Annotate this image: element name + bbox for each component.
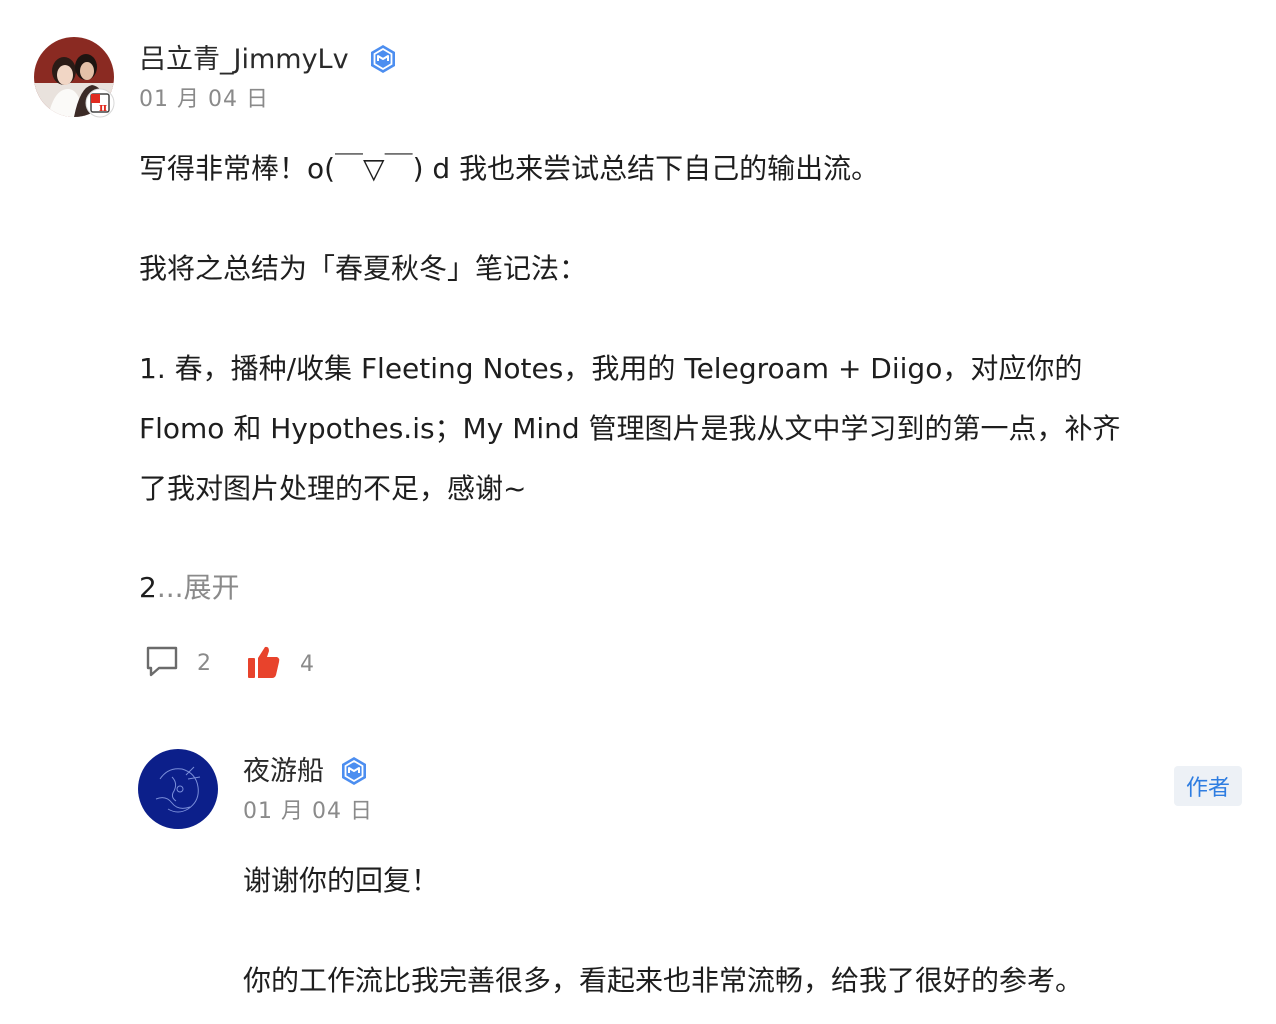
svg-text:π: π bbox=[99, 101, 107, 114]
truncated-prefix: 2 bbox=[139, 571, 157, 604]
reply-date: 01 月 04 日 bbox=[243, 799, 373, 824]
username[interactable]: 吕立青_JimmyLv bbox=[139, 46, 349, 73]
reply-username[interactable]: 夜游船 bbox=[243, 758, 324, 785]
thumbs-up-icon bbox=[246, 644, 282, 684]
user-avatar[interactable]: π bbox=[34, 37, 115, 118]
verified-badge-icon bbox=[339, 756, 369, 786]
reply-button[interactable]: 2 bbox=[145, 644, 211, 682]
comment-paragraph: 1. 春，播种/收集 Fleeting Notes，我用的 Telegroam … bbox=[139, 352, 1083, 385]
reply-paragraph: 你的工作流比我完善很多，看起来也非常流畅，给我了很好的参考。 bbox=[243, 964, 1084, 997]
reply-count: 2 bbox=[197, 650, 211, 676]
reply-paragraph: 谢谢你的回复！ bbox=[243, 864, 440, 897]
reply-avatar[interactable] bbox=[138, 749, 218, 829]
comment-date: 01 月 04 日 bbox=[139, 87, 269, 112]
like-button[interactable]: 4 bbox=[246, 644, 314, 684]
comment-paragraph: 写得非常棒！o(￣▽￣) d 我也来尝试总结下自己的输出流。 bbox=[139, 152, 880, 185]
truncated-paragraph: 2...展开 bbox=[139, 558, 240, 618]
pi-badge-icon: π bbox=[85, 88, 115, 118]
comment-thread: π 吕立青_JimmyLv 01 月 04 日 写得非常棒！o(￣▽￣) d 我… bbox=[0, 0, 1276, 1024]
comment-paragraph: 我将之总结为「春夏秋冬」笔记法： bbox=[139, 252, 588, 285]
like-count: 4 bbox=[300, 651, 314, 677]
comment-bubble-icon bbox=[145, 644, 179, 682]
comment-paragraph: 了我对图片处理的不足，感谢~ bbox=[139, 472, 527, 505]
expand-link[interactable]: ...展开 bbox=[157, 571, 240, 604]
author-badge: 作者 bbox=[1174, 766, 1242, 806]
verified-badge-icon bbox=[368, 44, 398, 74]
comment-paragraph: Flomo 和 Hypothes.is；My Mind 管理图片是我从文中学习到… bbox=[139, 412, 1121, 445]
